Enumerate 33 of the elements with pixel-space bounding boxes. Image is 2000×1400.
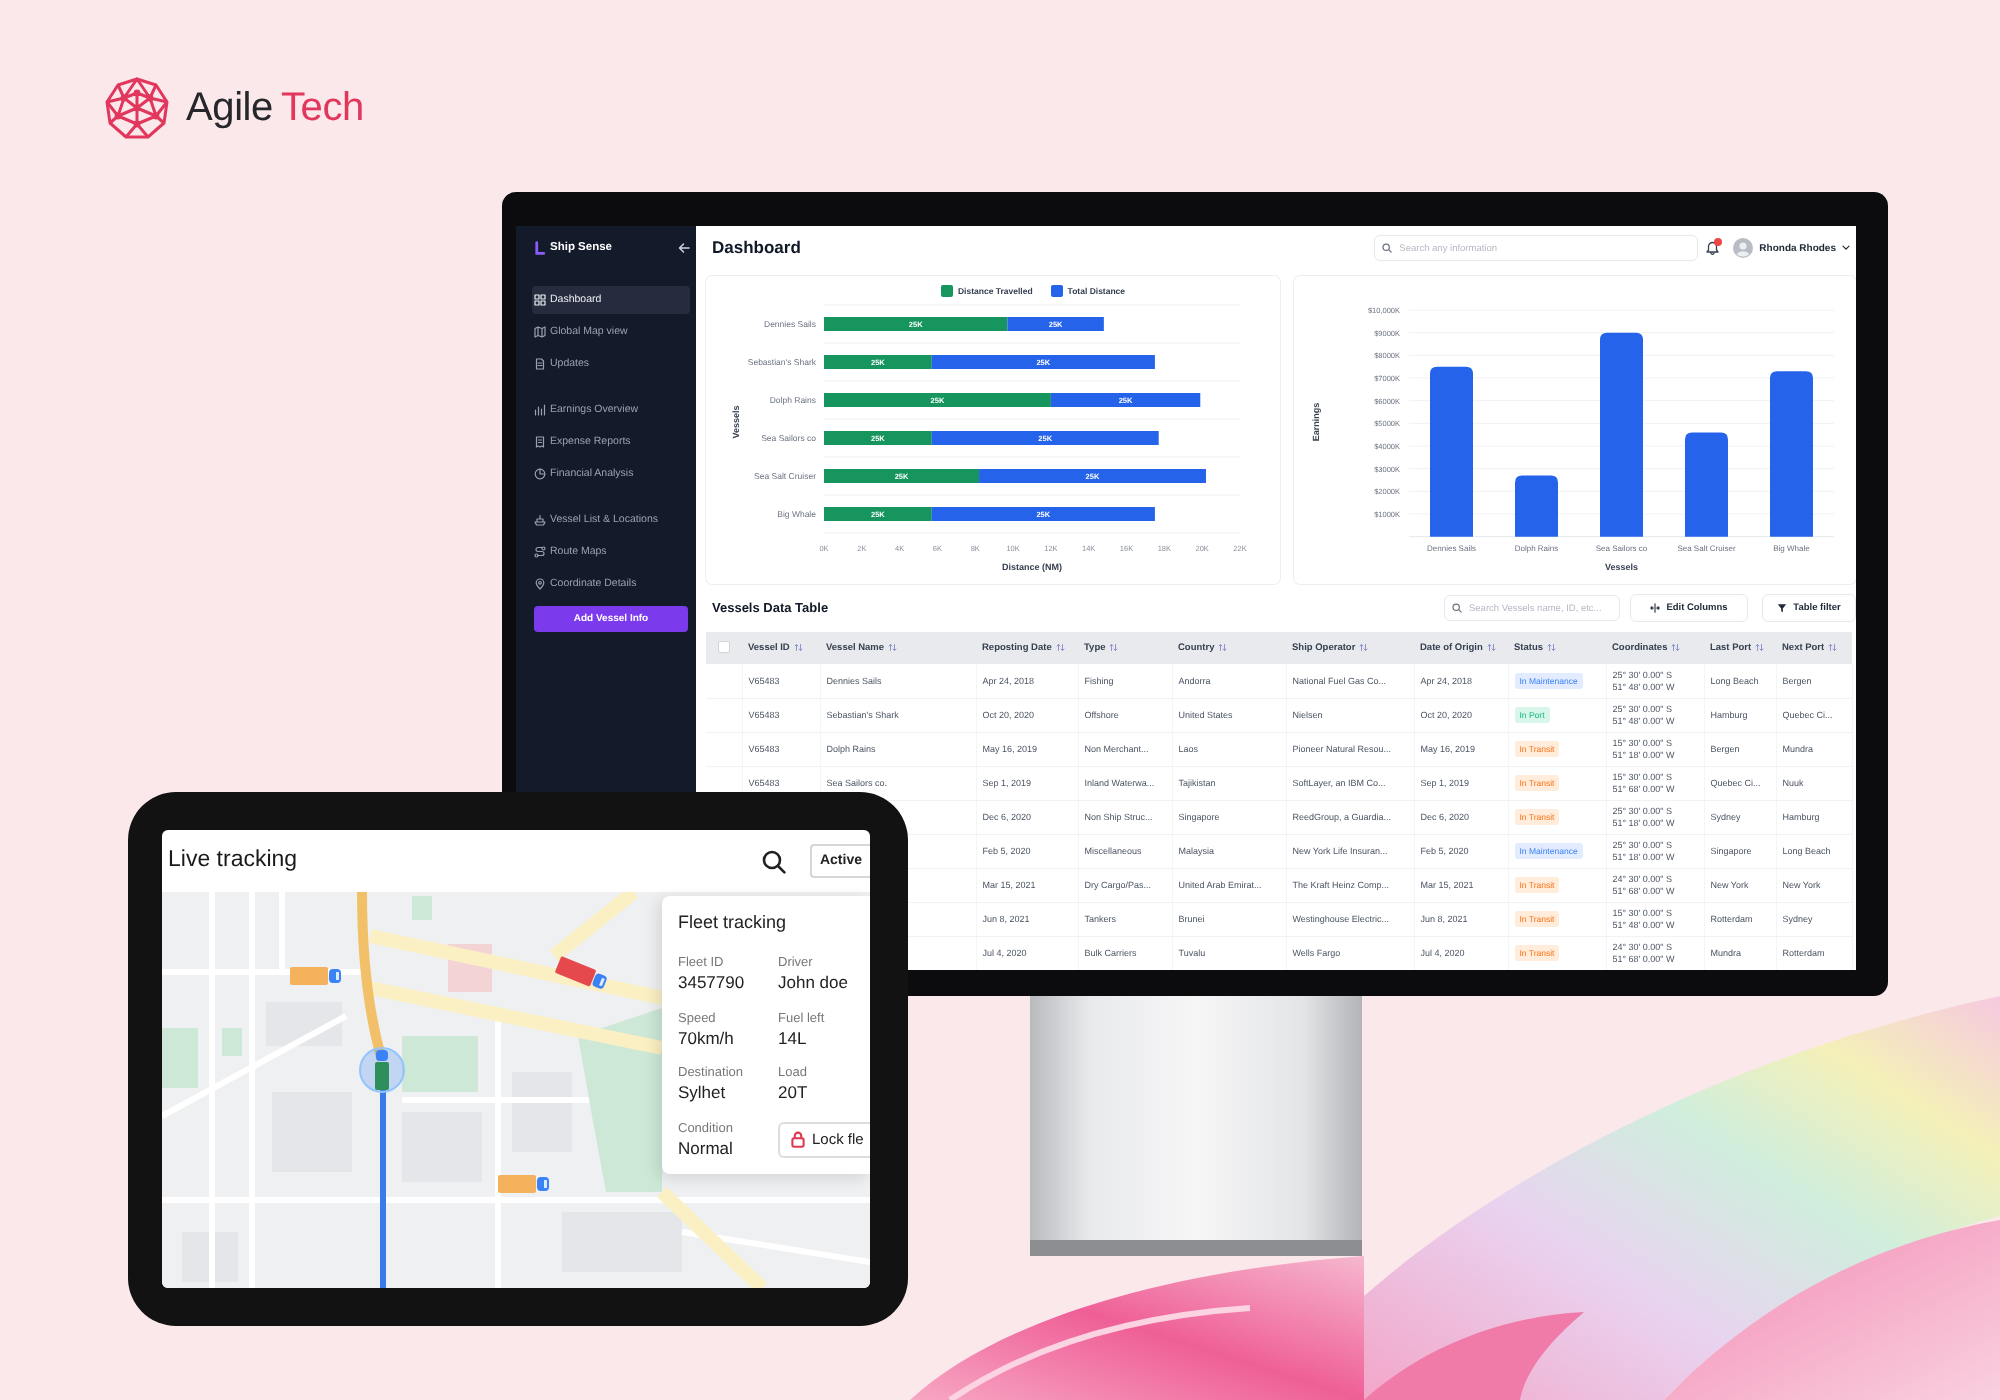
back-arrow-icon[interactable] bbox=[678, 242, 690, 254]
truck-location-icon[interactable] bbox=[358, 1044, 406, 1094]
field-value: 14L bbox=[778, 1027, 809, 1049]
logo-icon bbox=[104, 76, 170, 140]
highway bbox=[657, 1186, 767, 1288]
field-value: John doe bbox=[778, 972, 850, 994]
logo-text: Agile bbox=[186, 88, 273, 128]
panel-title: Fleet tracking bbox=[678, 912, 789, 934]
truck-icon[interactable] bbox=[290, 966, 342, 986]
filter-icon bbox=[1777, 603, 1788, 613]
park-area bbox=[402, 1036, 478, 1092]
field-value: Sylhet bbox=[678, 1082, 728, 1104]
park-area bbox=[162, 1028, 198, 1088]
park-area bbox=[222, 1028, 242, 1056]
truck-icon[interactable] bbox=[554, 955, 610, 993]
field-value: 3457790 bbox=[678, 972, 747, 994]
field-value: 70km/h bbox=[678, 1027, 736, 1049]
building-block bbox=[266, 1002, 342, 1046]
page-title: Dashboard bbox=[712, 236, 801, 261]
logo-text: Tech bbox=[280, 88, 364, 128]
avatar-icon bbox=[1733, 238, 1754, 258]
building-block bbox=[512, 1072, 572, 1152]
logo-icon bbox=[534, 241, 546, 255]
page-title: Live tracking bbox=[168, 845, 298, 876]
search-icon[interactable] bbox=[762, 849, 786, 873]
truck-icon[interactable] bbox=[498, 1174, 550, 1194]
park-area bbox=[412, 896, 432, 920]
lock-icon bbox=[790, 1130, 806, 1148]
field-value: 20T bbox=[778, 1082, 810, 1104]
building-block bbox=[562, 1212, 682, 1272]
checkbox[interactable] bbox=[718, 641, 730, 654]
bell-icon[interactable] bbox=[1706, 241, 1720, 255]
field-value: Normal bbox=[678, 1137, 735, 1159]
